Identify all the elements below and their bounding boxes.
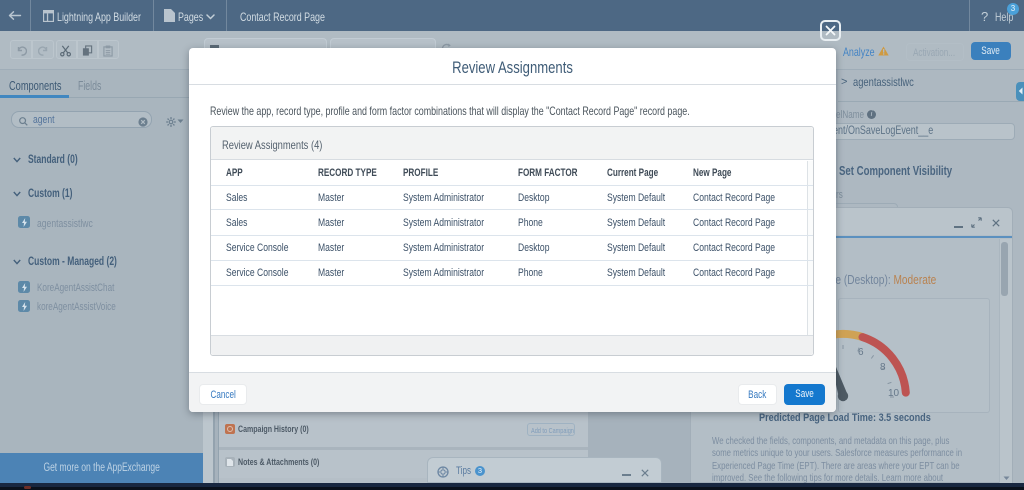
svg-text:10: 10 [888, 388, 900, 399]
svg-text:8: 8 [880, 362, 886, 373]
svg-text:6: 6 [858, 347, 864, 358]
